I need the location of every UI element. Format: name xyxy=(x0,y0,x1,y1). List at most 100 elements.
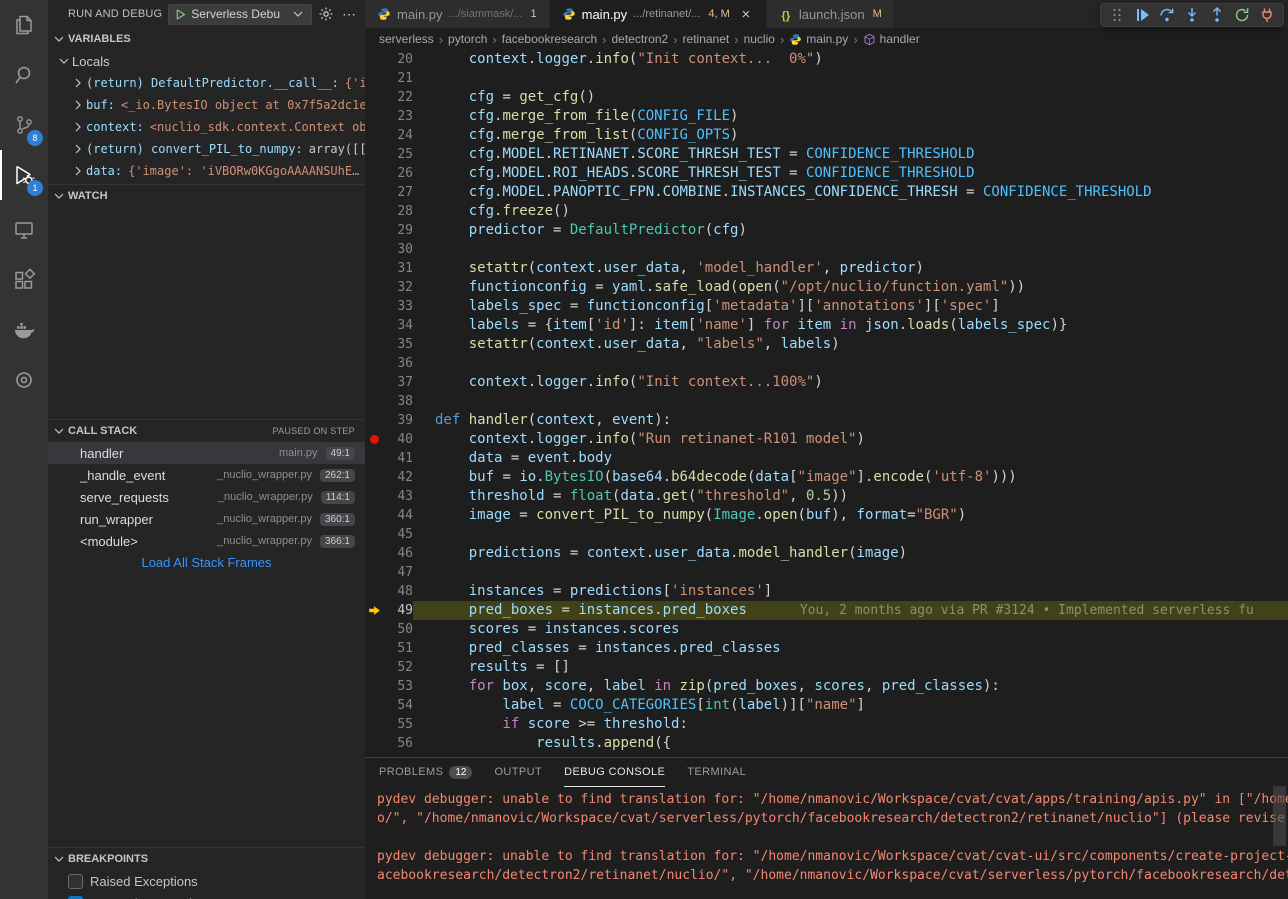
editor-code[interactable]: 20 context.logger.info("Init context... … xyxy=(365,50,1288,757)
glyph-margin[interactable] xyxy=(365,335,387,354)
line-content[interactable]: label = COCO_CATEGORIES[int(label)]["nam… xyxy=(413,696,1288,715)
line-content[interactable]: instances = predictions['instances'] xyxy=(413,582,1288,601)
line-content[interactable]: for box, score, label in zip(pred_boxes,… xyxy=(413,677,1288,696)
watch-section-header[interactable]: WATCH xyxy=(48,185,365,207)
line-content[interactable]: cfg = get_cfg() xyxy=(413,88,1288,107)
close-icon[interactable] xyxy=(738,6,754,23)
glyph-margin[interactable] xyxy=(365,411,387,430)
glyph-margin[interactable] xyxy=(365,107,387,126)
breadcrumb-handler[interactable]: handler xyxy=(863,32,920,46)
glyph-margin[interactable] xyxy=(365,164,387,183)
variable-row[interactable]: context:<nuclio_sdk.context.Context obje… xyxy=(48,116,365,138)
line-content[interactable]: cfg.MODEL.ROI_HEADS.SCORE_THRESH_TEST = … xyxy=(413,164,1288,183)
start-debug-icon[interactable] xyxy=(174,8,187,21)
glyph-margin[interactable] xyxy=(365,506,387,525)
line-content[interactable] xyxy=(413,240,1288,259)
line-content[interactable]: cfg.MODEL.RETINANET.SCORE_THRESH_TEST = … xyxy=(413,145,1288,164)
glyph-margin[interactable] xyxy=(365,525,387,544)
line-content[interactable]: predictor = DefaultPredictor(cfg) xyxy=(413,221,1288,240)
breakpoint-indicator[interactable] xyxy=(365,430,387,449)
glyph-margin[interactable] xyxy=(365,145,387,164)
glyph-margin[interactable] xyxy=(365,677,387,696)
panel-tab-output[interactable]: OUTPUT xyxy=(494,758,542,787)
breadcrumb-serverless[interactable]: serverless xyxy=(379,32,434,46)
toolbar-grip-icon[interactable] xyxy=(1109,7,1125,23)
glyph-margin[interactable] xyxy=(365,392,387,411)
call-stack-section-header[interactable]: CALL STACK PAUSED ON STEP xyxy=(48,420,365,442)
line-content[interactable] xyxy=(413,69,1288,88)
line-content[interactable]: context.logger.info("Run retinanet-R101 … xyxy=(413,430,1288,449)
activity-item-search[interactable] xyxy=(0,50,48,100)
load-all-stack-frames-link[interactable]: Load All Stack Frames xyxy=(48,552,365,574)
breadcrumb-main.py[interactable]: main.py xyxy=(789,32,848,46)
activity-item-ring-tool[interactable] xyxy=(0,355,48,405)
glyph-margin[interactable] xyxy=(365,240,387,259)
glyph-margin[interactable] xyxy=(365,639,387,658)
line-content[interactable]: cfg.freeze() xyxy=(413,202,1288,221)
line-content[interactable]: setattr(context.user_data, 'model_handle… xyxy=(413,259,1288,278)
line-content[interactable]: predictions = context.user_data.model_ha… xyxy=(413,544,1288,563)
variable-row[interactable]: data:{'image': 'iVBORw0KGgoAAAANSUhE… xyxy=(48,160,365,182)
line-content[interactable]: functionconfig = yaml.safe_load(open("/o… xyxy=(413,278,1288,297)
glyph-margin[interactable] xyxy=(365,202,387,221)
current-statement-arrow-icon[interactable] xyxy=(365,601,387,620)
glyph-margin[interactable] xyxy=(365,449,387,468)
line-content[interactable]: if score >= threshold: xyxy=(413,715,1288,734)
glyph-margin[interactable] xyxy=(365,354,387,373)
tab-launch.json[interactable]: launch.jsonM xyxy=(767,0,895,28)
line-content[interactable]: scores = instances.scores xyxy=(413,620,1288,639)
line-content[interactable] xyxy=(413,525,1288,544)
glyph-margin[interactable] xyxy=(365,658,387,677)
stack-frame[interactable]: _handle_event_nuclio_wrapper.py262:1 xyxy=(48,464,365,486)
breakpoint-row[interactable]: Raised Exceptions xyxy=(48,870,365,892)
line-content[interactable] xyxy=(413,563,1288,582)
glyph-margin[interactable] xyxy=(365,183,387,202)
variables-scope-row[interactable]: Locals xyxy=(48,50,365,72)
line-content[interactable]: def handler(context, event): xyxy=(413,411,1288,430)
line-content[interactable]: cfg.MODEL.PANOPTIC_FPN.COMBINE.INSTANCES… xyxy=(413,183,1288,202)
panel-tab-problems[interactable]: PROBLEMS12 xyxy=(379,758,472,787)
stack-frame[interactable]: run_wrapper_nuclio_wrapper.py360:1 xyxy=(48,508,365,530)
activity-item-explorer[interactable] xyxy=(0,0,48,50)
glyph-margin[interactable] xyxy=(365,734,387,753)
line-content[interactable]: labels_spec = functionconfig['metadata']… xyxy=(413,297,1288,316)
glyph-margin[interactable] xyxy=(365,563,387,582)
line-content[interactable]: cfg.merge_from_file(CONFIG_FILE) xyxy=(413,107,1288,126)
debug-config-dropdown[interactable]: Serverless Debu xyxy=(168,4,312,25)
disconnect-button[interactable] xyxy=(1259,7,1275,23)
activity-item-remote-explorer[interactable] xyxy=(0,205,48,255)
breadcrumb-pytorch[interactable]: pytorch xyxy=(448,32,487,46)
tab-main.py[interactable]: main.py.../siammask/...1 xyxy=(365,0,550,28)
glyph-margin[interactable] xyxy=(365,88,387,107)
panel-tab-terminal[interactable]: TERMINAL xyxy=(687,758,746,787)
line-content[interactable]: threshold = float(data.get("threshold", … xyxy=(413,487,1288,506)
glyph-margin[interactable] xyxy=(365,259,387,278)
line-content[interactable]: results = [] xyxy=(413,658,1288,677)
variables-section-header[interactable]: VARIABLES xyxy=(48,28,365,50)
variable-row[interactable]: (return) convert_PIL_to_numpy:array([[[ … xyxy=(48,138,365,160)
step-into-button[interactable] xyxy=(1184,7,1200,23)
glyph-margin[interactable] xyxy=(365,221,387,240)
stack-frame[interactable]: handlermain.py49:1 xyxy=(48,442,365,464)
breadcrumb-facebookresearch[interactable]: facebookresearch xyxy=(502,32,597,46)
breadcrumb-nuclio[interactable]: nuclio xyxy=(744,32,775,46)
line-content[interactable]: data = event.body xyxy=(413,449,1288,468)
activity-item-run-and-debug[interactable]: 1 xyxy=(0,150,48,200)
panel-tab-debug-console[interactable]: DEBUG CONSOLE xyxy=(564,758,665,787)
checkbox[interactable] xyxy=(68,874,83,889)
line-content[interactable]: pred_classes = instances.pred_classes xyxy=(413,639,1288,658)
activity-item-extensions[interactable] xyxy=(0,255,48,305)
breakpoint-row[interactable]: Uncaught Exceptions xyxy=(48,892,365,899)
line-content[interactable]: buf = io.BytesIO(base64.b64decode(data["… xyxy=(413,468,1288,487)
panel-scrollbar[interactable] xyxy=(1273,786,1286,846)
glyph-margin[interactable] xyxy=(365,297,387,316)
step-out-button[interactable] xyxy=(1209,7,1225,23)
glyph-margin[interactable] xyxy=(365,544,387,563)
line-content[interactable]: results.append({ xyxy=(413,734,1288,753)
stack-frame[interactable]: serve_requests_nuclio_wrapper.py114:1 xyxy=(48,486,365,508)
activity-item-docker[interactable] xyxy=(0,305,48,355)
tab-main.py[interactable]: main.py.../retinanet/...4, M xyxy=(550,0,767,28)
gear-icon[interactable] xyxy=(318,6,335,23)
step-over-button[interactable] xyxy=(1159,7,1175,23)
checkbox[interactable] xyxy=(68,896,83,899)
